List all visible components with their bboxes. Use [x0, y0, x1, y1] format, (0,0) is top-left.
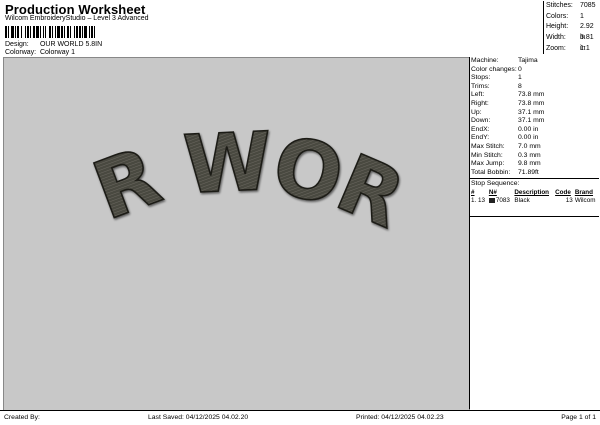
info-label: Down: — [471, 117, 491, 125]
stat-row: Width: 5.81 in — [544, 33, 600, 52]
info-row: Min Stitch: 0.3 mm — [470, 152, 599, 161]
colorway-value: Colorway 1 — [39, 49, 75, 56]
stat-label: Stitches: — [546, 2, 573, 9]
info-label: Trims: — [471, 82, 490, 90]
software-subtitle: Wilcom EmbroideryStudio – Level 3 Advanc… — [5, 15, 149, 22]
info-row: Right: 73.8 mm — [470, 100, 599, 109]
panel-divider — [470, 216, 599, 217]
info-label: Up: — [471, 108, 482, 116]
info-label: Max Stitch: — [471, 142, 505, 150]
design-info-panel: Machine: Tajima Color changes: 0 Stops: 1 T… — [469, 57, 599, 409]
stat-value: 5.81 in — [580, 34, 594, 52]
info-row: Left: 73.8 mm — [470, 91, 599, 100]
created-by: Created By: — [4, 414, 40, 421]
info-value: 1 — [518, 74, 522, 82]
stat-value: 7085 — [580, 2, 596, 9]
stop-sequence-title: Stop Sequence: — [470, 178, 599, 188]
design-text-path: OUR WORLD — [0, 0, 421, 246]
info-value: 9.8 mm — [518, 160, 541, 168]
stop-sequence-table: # N# Description Code Brand 1. 13 7083 B… — [470, 188, 599, 205]
stat-value: 2.92 in — [580, 23, 594, 42]
stats-box: Stitches: 7085 Colors: 1 Height: 2.92 in Wi… — [543, 1, 600, 55]
thread-color-swatch — [488, 198, 495, 204]
info-value: 0.00 in — [518, 125, 539, 133]
info-label: EndX: — [471, 125, 490, 133]
info-row: Stops: 1 — [470, 74, 599, 83]
column-header: Brand — [574, 188, 594, 196]
info-value: 71.89ft — [518, 168, 539, 176]
design-row: Design: OUR WORLD 5.8IN — [5, 41, 102, 48]
info-rows: Machine: Tajima Color changes: 0 Stops: 1 T… — [470, 57, 599, 177]
page-number: Page 1 of 1 — [561, 414, 596, 421]
design-label: Design: — [5, 41, 29, 48]
column-header: N# — [488, 188, 497, 196]
info-value: 7.0 mm — [518, 142, 541, 150]
info-row: Color changes: 0 — [470, 66, 599, 75]
footer: Created By: Last Saved: 04/12/2025 04.02… — [0, 410, 600, 425]
info-value: 37.1 mm — [518, 108, 545, 116]
stop-index: 1. — [471, 197, 477, 205]
info-value: 73.8 mm — [518, 91, 545, 99]
info-value: 0.3 mm — [518, 151, 541, 159]
info-label: Max Jump: — [471, 160, 505, 168]
stop-stitch-count: 7083 — [495, 197, 510, 205]
stop-description: Black — [514, 197, 530, 205]
info-row: Up: 37.1 mm — [470, 109, 599, 118]
info-row: Trims: 8 — [470, 83, 599, 92]
info-row: Down: 37.1 mm — [470, 117, 599, 126]
table-row: 1. 13 7083 Black 13 Wilcom — [470, 196, 599, 205]
column-header: # — [471, 188, 475, 196]
info-label: Color changes: — [471, 65, 517, 73]
colorway-row: Colorway: Colorway 1 — [5, 49, 75, 56]
stat-row: Colors: 1 — [544, 12, 600, 23]
stat-row: Zoom: 1:1 — [544, 44, 600, 55]
info-value: Tajima — [518, 57, 538, 64]
info-value: 0 — [518, 65, 522, 73]
info-row: Max Stitch: 7.0 mm — [470, 143, 599, 152]
stat-row: Height: 2.92 in — [544, 22, 600, 42]
info-label: Stops: — [471, 74, 491, 82]
info-row: Machine: Tajima — [470, 57, 599, 66]
info-label: Total Bobbin: — [471, 168, 511, 176]
info-label: Machine: — [471, 57, 499, 64]
info-label: Right: — [471, 99, 489, 107]
info-row: EndX: 0.00 in — [470, 126, 599, 135]
stat-label: Zoom: — [546, 44, 566, 52]
stop-code: 13 — [565, 197, 573, 205]
info-row: Max Jump: 9.8 mm — [470, 160, 599, 169]
info-label: Left: — [471, 91, 485, 99]
embroidery-design: OUR WORLD — [0, 0, 421, 246]
column-header: Description — [514, 188, 550, 196]
info-label: EndY: — [471, 134, 490, 142]
printed-date: Printed: 04/12/2025 04.02.23 — [356, 414, 444, 421]
info-value: 8 — [518, 82, 522, 90]
stop-needle: 13 — [478, 197, 486, 205]
column-header: Code — [555, 188, 571, 196]
stat-label: Height: — [546, 23, 569, 31]
stop-brand: Wilcom — [574, 197, 596, 205]
info-row: EndY: 0.00 in — [470, 134, 599, 143]
info-value: 37.1 mm — [518, 117, 545, 125]
stat-value: 1:1 — [580, 44, 590, 52]
info-label: Min Stitch: — [471, 151, 503, 159]
colorway-label: Colorway: — [5, 49, 37, 56]
stat-label: Width: — [546, 34, 566, 42]
stat-row: Stitches: 7085 — [544, 1, 600, 12]
last-saved: Last Saved: 04/12/2025 04.02.20 — [148, 414, 249, 421]
table-header-row: # N# Description Code Brand — [470, 188, 599, 196]
info-value: 73.8 mm — [518, 99, 545, 107]
design-value: OUR WORLD 5.8IN — [39, 41, 103, 48]
info-row: Total Bobbin: 71.89ft — [470, 169, 599, 178]
barcode-image — [5, 26, 95, 38]
design-preview: OUR WORLD — [0, 0, 470, 411]
stat-value: 1 — [580, 12, 584, 20]
design-text: OUR WORLD — [4, 58, 416, 246]
stat-label: Colors: — [546, 12, 569, 20]
info-value: 0.00 in — [518, 134, 539, 142]
